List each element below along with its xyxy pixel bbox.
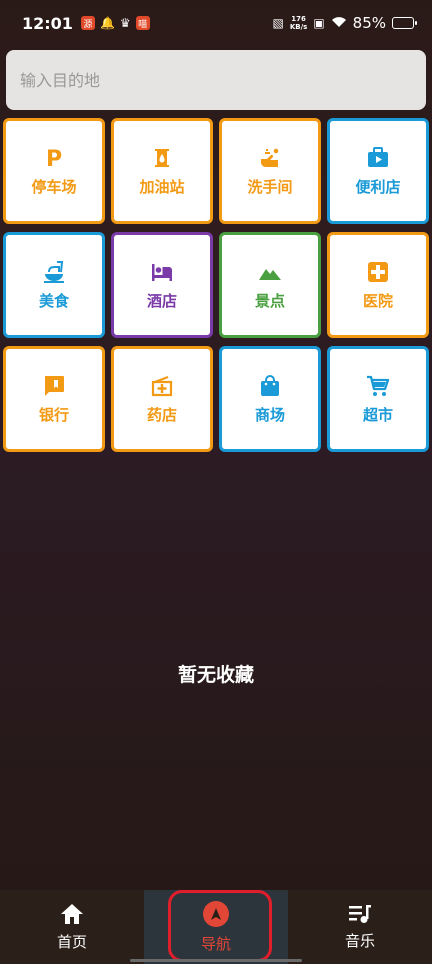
category-label: 景点	[254, 291, 285, 310]
nav-home[interactable]: 首页	[0, 890, 144, 964]
category-label: 银行	[38, 405, 69, 424]
category-tile-shopping-mall[interactable]: 商场	[219, 346, 321, 452]
crown-icon: ♛	[119, 16, 131, 30]
category-tile-food[interactable]: 美食	[3, 232, 105, 338]
category-label: 便利店	[355, 177, 401, 196]
category-tile-bank[interactable]: 银行	[3, 346, 105, 452]
category-tile-restroom[interactable]: 洗手间	[219, 118, 321, 224]
category-tile-hospital[interactable]: 医院	[327, 232, 429, 338]
nav-music[interactable]: 音乐	[288, 890, 432, 964]
category-tile-gas-station[interactable]: 加油站	[111, 118, 213, 224]
search-bar[interactable]	[6, 50, 426, 110]
app-notification-icon-2: 喵	[135, 16, 150, 30]
nav-music-label: 音乐	[344, 931, 375, 950]
category-label: 洗手间	[247, 177, 293, 196]
vibrate-icon: ▧	[272, 16, 284, 30]
category-label: 美食	[38, 291, 69, 310]
notification-icons: 源 🔔 ♛ 喵	[80, 16, 150, 30]
battery-percent: 85%	[352, 14, 386, 32]
active-tab-highlight	[168, 890, 272, 962]
bottom-navigation: 首页 导航 音乐	[0, 890, 432, 964]
wifi-icon	[331, 14, 347, 32]
nav-home-label: 首页	[56, 932, 87, 951]
category-tile-supermarket[interactable]: 超市	[327, 346, 429, 452]
category-tile-scenic-spot[interactable]: 景点	[219, 232, 321, 338]
category-label: 商场	[254, 405, 285, 424]
category-label: 酒店	[146, 291, 177, 310]
destination-search-input[interactable]	[20, 70, 426, 90]
restroom-icon	[258, 146, 282, 170]
music-playlist-icon	[349, 904, 371, 923]
svg-text:P: P	[46, 147, 62, 170]
battery-icon	[392, 17, 417, 29]
convenience-store-icon	[366, 146, 390, 170]
nav-navigate[interactable]: 导航	[144, 890, 288, 964]
hotel-icon	[150, 260, 174, 284]
category-tile-hotel[interactable]: 酒店	[111, 232, 213, 338]
home-icon	[61, 903, 83, 924]
bell-icon: 🔔	[99, 16, 115, 30]
category-tile-convenience-store[interactable]: 便利店	[327, 118, 429, 224]
status-right-icons: ▧ 176 KB/s ▣ 85%	[272, 14, 417, 32]
pharmacy-icon	[150, 374, 174, 398]
no-sim-icon: ▣	[313, 16, 325, 30]
category-label: 药店	[146, 405, 177, 424]
scenic-spot-icon	[258, 260, 282, 284]
app-notification-icon: 源	[80, 16, 95, 30]
shopping-mall-icon	[258, 374, 282, 398]
bank-icon	[42, 374, 66, 398]
food-icon	[42, 260, 66, 284]
hospital-icon	[366, 260, 390, 284]
home-indicator[interactable]	[130, 959, 302, 962]
parking-icon: P	[42, 146, 66, 170]
network-speed: 176 KB/s	[289, 15, 308, 31]
category-label: 超市	[362, 405, 393, 424]
status-bar: 12:01 源 🔔 ♛ 喵 ▧ 176 KB/s ▣ 85%	[0, 0, 432, 46]
category-label: 停车场	[31, 177, 77, 196]
gas-station-icon	[150, 146, 174, 170]
category-label: 医院	[362, 291, 393, 310]
category-label: 加油站	[139, 177, 185, 196]
category-grid: P 停车场 加油站 洗手间 便利店美食 酒店 景点 医院银行 药店 商场 超市	[3, 118, 431, 452]
category-tile-pharmacy[interactable]: 药店	[111, 346, 213, 452]
favorites-empty-text: 暂无收藏	[177, 664, 254, 686]
category-tile-parking[interactable]: P 停车场	[3, 118, 105, 224]
supermarket-icon	[366, 374, 390, 398]
status-time: 12:01	[22, 13, 73, 33]
